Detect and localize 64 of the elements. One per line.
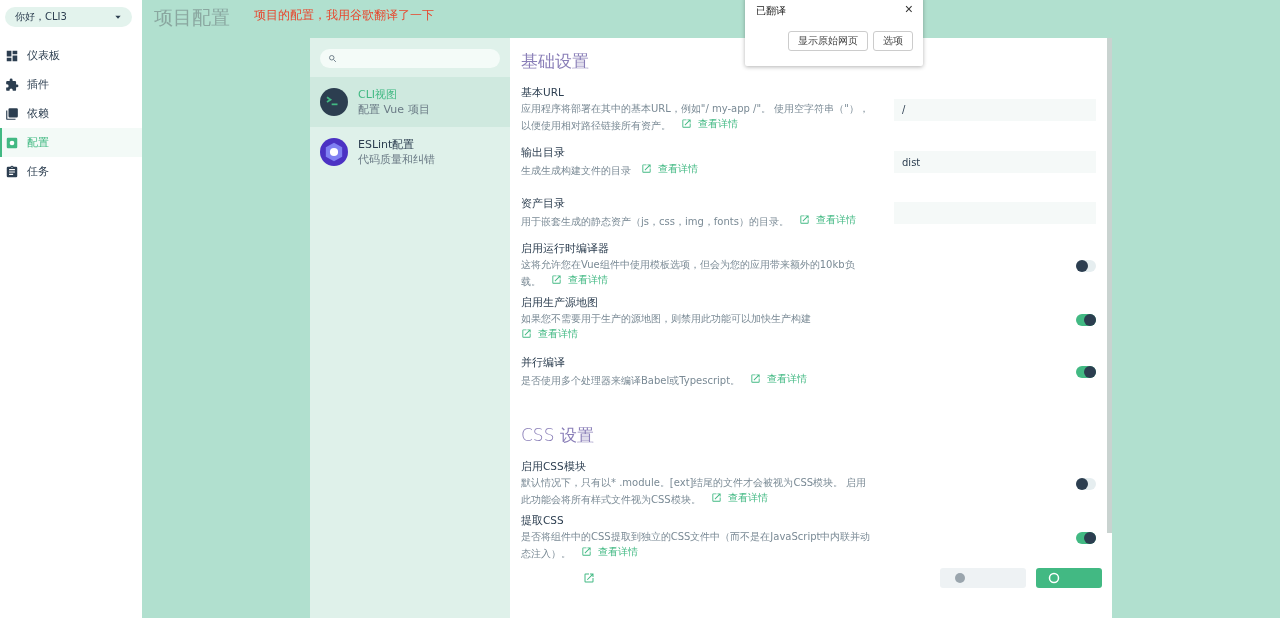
- setting-description: 应用程序将部署在其中的基本URL，例如"/ my-app /"。 使用空字符串（"），以便使用相对路径链接所有资产。 查看详情: [521, 102, 870, 133]
- external-link-icon: [681, 118, 692, 129]
- nav-item[interactable]: 插件: [0, 70, 142, 99]
- section-title: CSS 设置: [521, 424, 595, 447]
- nav-item[interactable]: 依赖: [0, 99, 142, 128]
- hexagon-logo-icon: [320, 138, 348, 166]
- popup-button[interactable]: 显示原始网页: [788, 31, 868, 51]
- setting-description: 这将允许您在Vue组件中使用模板选项，但会为您的应用带来额外的10kb负载。 查看详情: [521, 258, 856, 289]
- setting-description: 是否将组件中的CSS提取到独立的CSS文件中（而不是在JavaScript中内联并动态注入）。 查看详情: [521, 530, 872, 561]
- external-link-icon: [710, 492, 722, 503]
- external-link-icon: [521, 328, 532, 339]
- text-field[interactable]: dist: [894, 151, 1096, 173]
- external-link-icon: [583, 572, 595, 584]
- setting-description: 默认情况下，只有以* .module。[ext]结尾的文件才会被视为CSS模块。 启用此功能会将所有样式文件视为CSS模块。 查看详情: [521, 476, 868, 507]
- search-field[interactable]: [320, 49, 500, 68]
- section-title: 基础设置: [521, 50, 590, 73]
- puzzle-icon: [5, 77, 19, 92]
- config-subtitle: 代码质量和纠错: [358, 152, 435, 167]
- undo-icon: [954, 572, 966, 584]
- annotation-text: 项目的配置，我用谷歌翻译了一下: [254, 7, 434, 24]
- page-title: 项目配置: [154, 5, 230, 30]
- clipboard-icon: [5, 164, 19, 179]
- external-link-icon: [551, 274, 562, 285]
- setting-label: 启用CSS模块: [521, 460, 587, 474]
- popup-button[interactable]: 选项: [873, 31, 913, 51]
- toggle-switch[interactable]: [1076, 313, 1096, 326]
- setting-description: 用于嵌套生成的静态资产（js，css，img，fonts）的目录。 查看详情: [521, 212, 857, 229]
- config-title: ESLint配置: [358, 137, 416, 152]
- setting-description: 如果您不需要用于生产的源地图，则禁用此功能可以加快生产构建 查看详情: [521, 312, 812, 343]
- external-link-icon: [798, 214, 810, 225]
- external-link-icon: [581, 546, 592, 557]
- setting-label: 资产目录: [521, 197, 566, 211]
- toggle-switch[interactable]: [1076, 366, 1096, 378]
- caret-icon: [114, 13, 122, 21]
- config-subtitle: 配置 Vue 项目: [358, 102, 430, 117]
- config-list-item[interactable]: CLI视图 配置 Vue 项目: [310, 77, 510, 127]
- terminal-logo-icon: [320, 88, 348, 116]
- config-title: CLI视图: [358, 87, 399, 102]
- toggle-switch[interactable]: [1076, 531, 1096, 544]
- toggle-switch[interactable]: [1076, 259, 1096, 272]
- config-list-item[interactable]: ESLint配置 代码质量和纠错: [310, 127, 510, 177]
- nav-item[interactable]: 仪表板: [0, 41, 142, 70]
- setting-label: 提取CSS: [521, 514, 565, 528]
- setting-description: 生成生成构建文件的目录 查看详情: [521, 161, 699, 178]
- save-icon: [1048, 572, 1060, 584]
- setting-label: 启用生产源地图: [521, 296, 599, 310]
- popup-title: 已翻译: [756, 4, 786, 18]
- nav-item[interactable]: 任务: [0, 157, 142, 186]
- setting-label: 基本URL: [521, 86, 565, 100]
- search-icon: [328, 54, 337, 63]
- settings-icon: [5, 135, 19, 150]
- setting-description: 是否使用多个处理器来编译Babel或Typescript。 查看详情: [521, 371, 809, 388]
- user-menu[interactable]: 你好，CLI3: [5, 7, 132, 27]
- setting-label: 输出目录: [521, 146, 566, 160]
- close-button[interactable]: ×: [904, 3, 913, 15]
- setting-label: 并行编译: [521, 356, 566, 370]
- external-link-icon: [641, 163, 652, 174]
- setting-label: 启用运行时编译器: [521, 242, 610, 256]
- text-field[interactable]: /: [894, 98, 1096, 121]
- scrollbar[interactable]: [1107, 38, 1112, 533]
- dashboard-icon: [5, 48, 19, 63]
- books-icon: [5, 106, 19, 121]
- toggle-switch[interactable]: [1076, 477, 1096, 490]
- external-link-icon: [750, 373, 762, 384]
